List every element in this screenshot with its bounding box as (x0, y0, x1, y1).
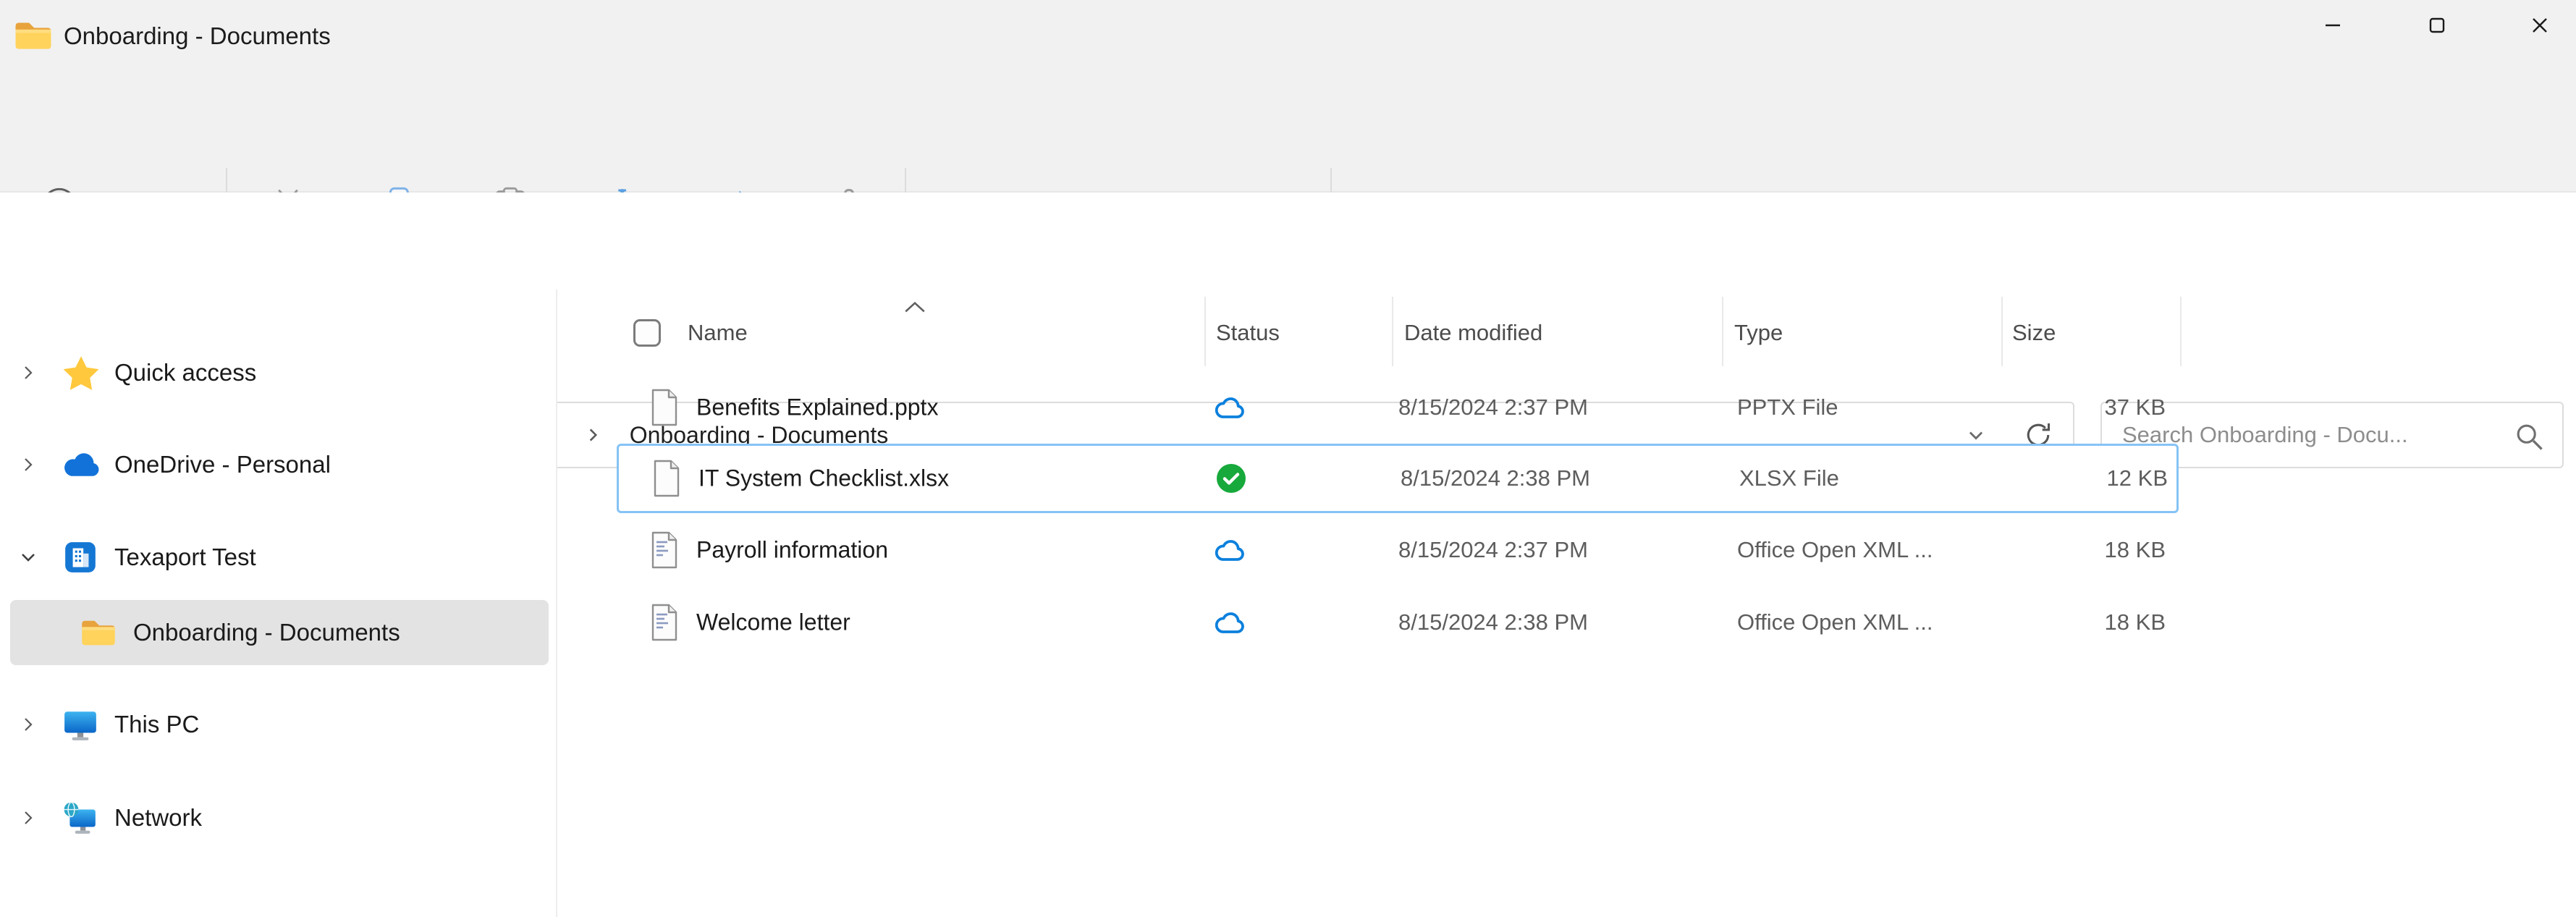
file-type: XLSX File (1739, 465, 1839, 491)
file-row-it-system-checklist[interactable]: IT System Checklist.xlsx 8/15/2024 2:38 … (617, 444, 2179, 513)
file-explorer-window: Onboarding - Documents New (0, 0, 2576, 917)
file-blank-icon (649, 388, 680, 427)
file-row-benefits-explained[interactable]: Benefits Explained.pptx 8/15/2024 2:37 P… (617, 373, 2179, 442)
cloud-outline-icon (1213, 609, 1248, 636)
cloud-outline-icon (1213, 394, 1248, 421)
column-header-type[interactable]: Type (1734, 317, 1783, 349)
file-size: 18 KB (1888, 537, 2166, 563)
file-date-modified: 8/15/2024 2:38 PM (1398, 609, 1588, 635)
file-lines-icon (649, 603, 680, 642)
check-circle-icon (1215, 462, 1247, 494)
column-header-date-modified[interactable]: Date modified (1404, 317, 1542, 349)
chevron-up-icon (903, 299, 927, 315)
file-type: PPTX File (1737, 394, 1838, 421)
file-list: Name Status Date modified Type Size Bene… (0, 0, 2576, 917)
file-date-modified: 8/15/2024 2:38 PM (1401, 465, 1590, 491)
file-size: 18 KB (1888, 609, 2166, 635)
column-divider[interactable] (1392, 297, 1393, 366)
file-date-modified: 8/15/2024 2:37 PM (1398, 394, 1588, 421)
column-header-size[interactable]: Size (2012, 317, 2056, 349)
cloud-outline-icon (1213, 536, 1248, 564)
file-size: 37 KB (1888, 394, 2166, 421)
column-divider[interactable] (2001, 297, 2003, 366)
file-name: IT System Checklist.xlsx (698, 465, 949, 492)
column-divider[interactable] (2180, 297, 2182, 366)
file-name: Benefits Explained.pptx (696, 394, 938, 421)
file-row-payroll-information[interactable]: Payroll information 8/15/2024 2:37 PM Of… (617, 515, 2179, 585)
file-name: Payroll information (696, 537, 888, 564)
file-size: 12 KB (1890, 465, 2168, 491)
column-divider[interactable] (1204, 297, 1206, 366)
column-header-status[interactable]: Status (1216, 317, 1280, 349)
select-all-checkbox[interactable] (633, 319, 661, 347)
file-name: Welcome letter (696, 609, 850, 636)
column-divider[interactable] (1722, 297, 1723, 366)
file-lines-icon (649, 531, 680, 570)
column-header-name[interactable]: Name (688, 317, 748, 349)
file-date-modified: 8/15/2024 2:37 PM (1398, 537, 1588, 563)
file-blank-icon (651, 459, 683, 498)
file-row-welcome-letter[interactable]: Welcome letter 8/15/2024 2:38 PM Office … (617, 588, 2179, 657)
